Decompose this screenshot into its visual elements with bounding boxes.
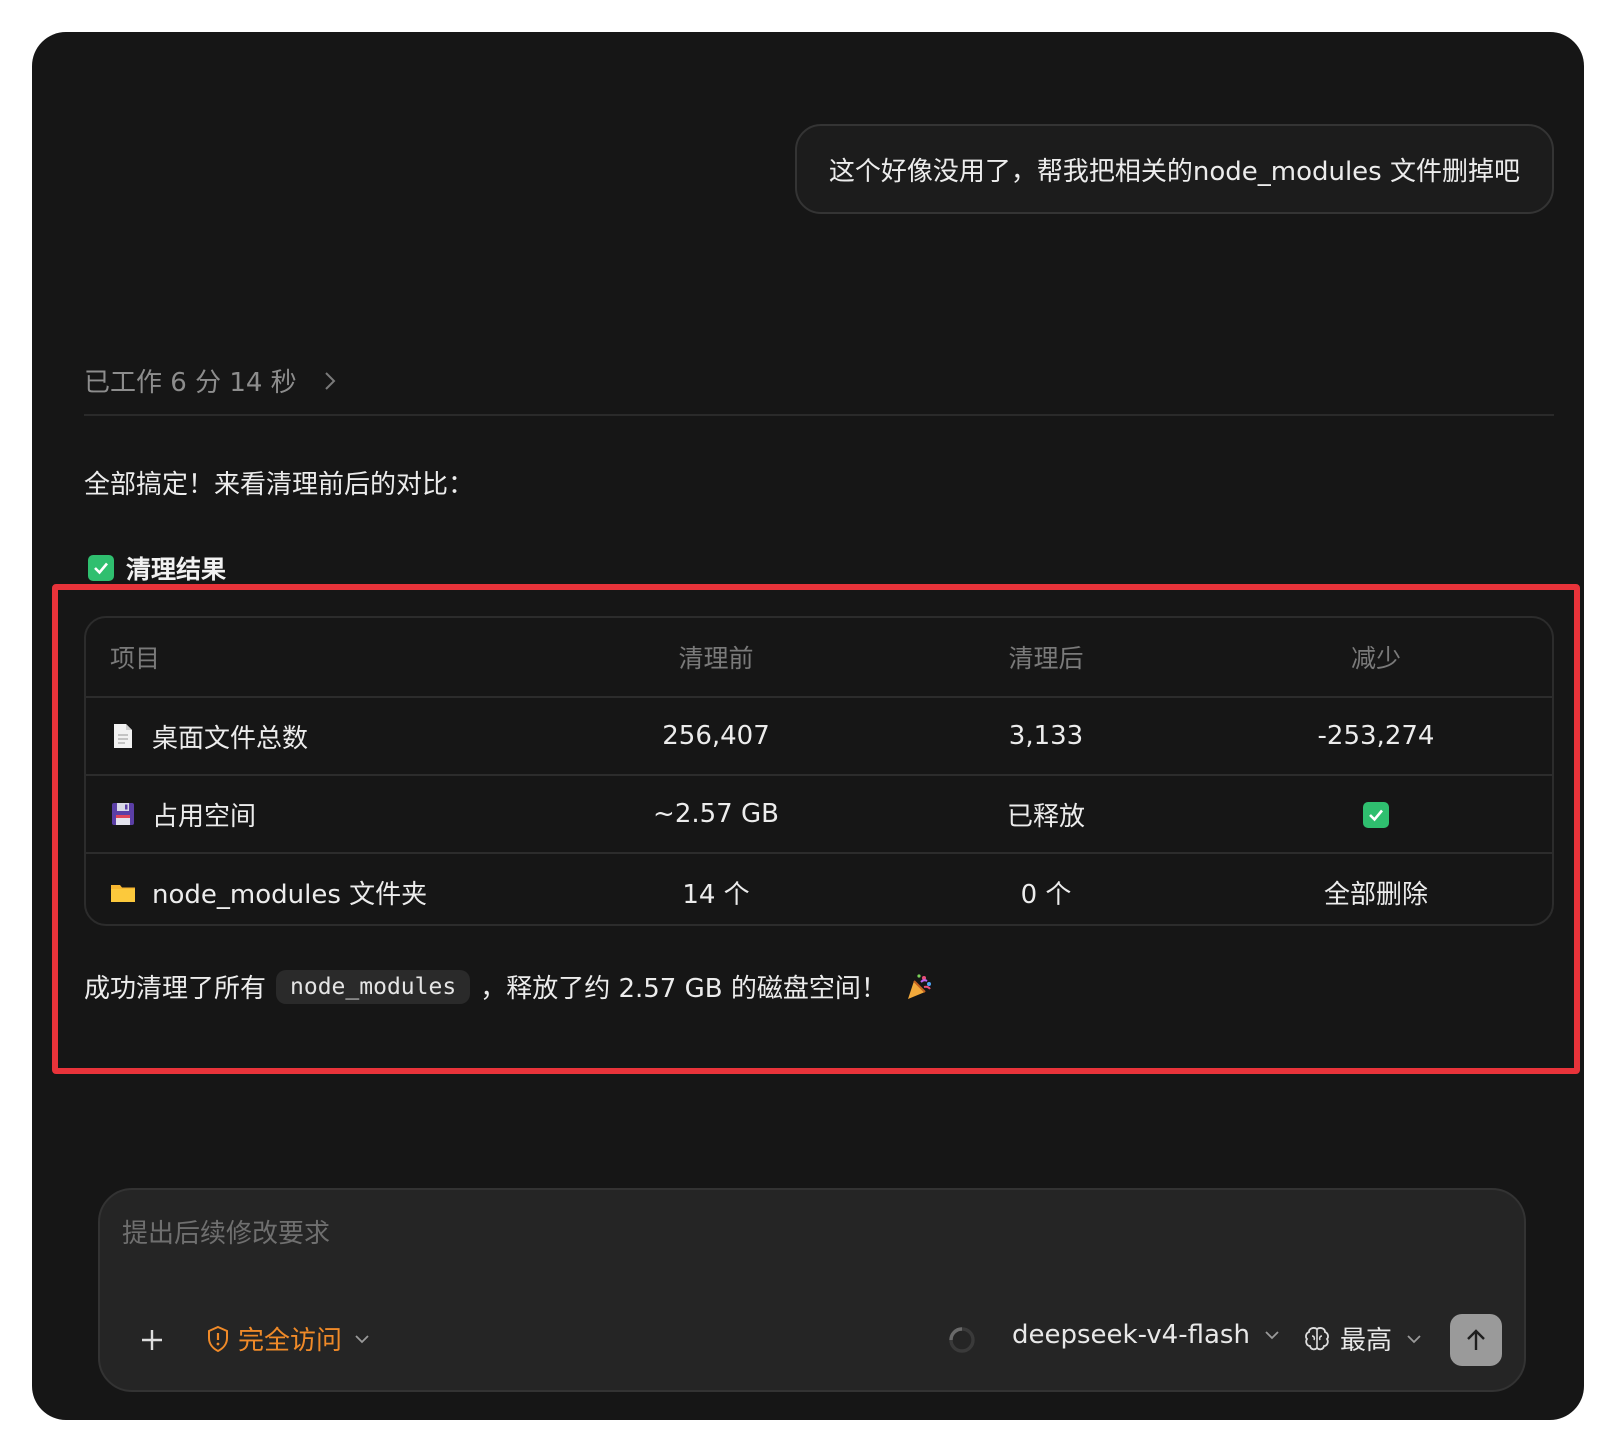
chevron-down-icon (1265, 1331, 1279, 1340)
table-cell-reduction: -253,274 (1317, 721, 1435, 751)
access-mode-dropdown[interactable]: 完全访问 (206, 1320, 378, 1357)
plus-icon[interactable] (136, 1324, 168, 1356)
inline-code: node_modules (276, 969, 471, 1004)
table-cell-after: 0 个 (1020, 879, 1072, 910)
table-cell-item-text: 占用空间 (152, 801, 257, 832)
table-cell-after: 已释放 (1006, 801, 1085, 832)
work-duration-label: 已工作 6 分 14 秒 (84, 368, 297, 398)
summary-prefix: 成功清理了所有 (84, 974, 267, 1004)
user-message-bubble: 这个好像没用了，帮我把相关的node_modules 文件删掉吧 (794, 124, 1554, 214)
arrow-up-icon (1467, 1329, 1485, 1350)
work-duration-toggle[interactable]: 已工作 6 分 14 秒 (84, 362, 337, 399)
table-header-cell: 清理前 (678, 644, 754, 673)
follow-up-input[interactable] (122, 1212, 1502, 1256)
table-header-row: 项目 清理前 清理后 减少 (86, 618, 1552, 696)
table-cell-reduction (1266, 799, 1486, 829)
table-cell-item-text: node_modules 文件夹 (152, 879, 428, 910)
send-button[interactable] (1450, 1314, 1502, 1366)
floppy-disk-icon (112, 803, 134, 825)
table-header-cell: 项目 (110, 644, 161, 673)
model-selector[interactable]: deepseek-v4-flash (1012, 1320, 1280, 1350)
user-message-text: 这个好像没用了，帮我把相关的node_modules 文件删掉吧 (828, 156, 1520, 187)
result-heading: 清理结果 (88, 550, 226, 586)
table-cell-item: 桌面文件总数 (110, 718, 308, 755)
check-mark-icon (88, 555, 114, 581)
composer-toolbar: 完全访问 deepseek-v4-flash 最高 (100, 1312, 1524, 1368)
folder-icon (111, 885, 135, 902)
party-popper-icon (907, 973, 931, 999)
table-row: 桌面文件总数 256,407 3,133 -253,274 (86, 696, 1552, 774)
composer: 完全访问 deepseek-v4-flash (98, 1188, 1526, 1392)
table-cell-after: 3,133 (1008, 721, 1084, 751)
table-header-cell: 减少 (1350, 644, 1401, 673)
chat-window: 这个好像没用了，帮我把相关的node_modules 文件删掉吧 已工作 6 分… (32, 32, 1584, 1420)
table-cell-before: 14 个 (682, 879, 750, 910)
table-header-cell: 清理后 (1008, 644, 1084, 673)
chevron-down-icon (1407, 1334, 1421, 1343)
table-cell-item: 占用空间 (110, 796, 256, 833)
document-icon (114, 724, 132, 748)
chevron-right-icon (324, 371, 336, 390)
check-mark-icon (1363, 801, 1389, 828)
chevron-down-icon (355, 1334, 369, 1343)
divider (84, 414, 1554, 416)
cleanup-results-table: 项目 清理前 清理后 减少 桌面文件总数 256,407 3,133 -253,… (84, 616, 1554, 926)
loading-spinner-icon (949, 1327, 975, 1353)
table-cell-reduction: 全部删除 (1323, 879, 1428, 910)
table-row: 占用空间 ~2.57 GB 已释放 (86, 774, 1552, 852)
model-label: deepseek-v4-flash (1012, 1320, 1250, 1350)
summary-suffix: ，释放了约 2.57 GB 的磁盘空间！ (480, 974, 887, 1004)
reasoning-effort-label: 最高 (1340, 1326, 1393, 1356)
result-heading-text: 清理结果 (126, 555, 227, 584)
shield-icon (208, 1325, 228, 1352)
summary-text: 成功清理了所有 node_modules ，释放了约 2.57 GB 的磁盘空间… (84, 968, 933, 1005)
reasoning-effort-selector[interactable]: 最高 (1302, 1320, 1422, 1357)
access-mode-label: 完全访问 (238, 1326, 343, 1356)
assistant-intro-text: 全部搞定！来看清理前后的对比： (84, 470, 475, 500)
table-cell-item: node_modules 文件夹 (110, 874, 427, 911)
table-cell-before: 256,407 (662, 721, 770, 751)
table-row: node_modules 文件夹 14 个 0 个 全部删除 (86, 852, 1552, 924)
brain-icon (1305, 1326, 1329, 1350)
table-cell-item-text: 桌面文件总数 (152, 723, 309, 754)
table-cell-before: ~2.57 GB (653, 799, 779, 829)
